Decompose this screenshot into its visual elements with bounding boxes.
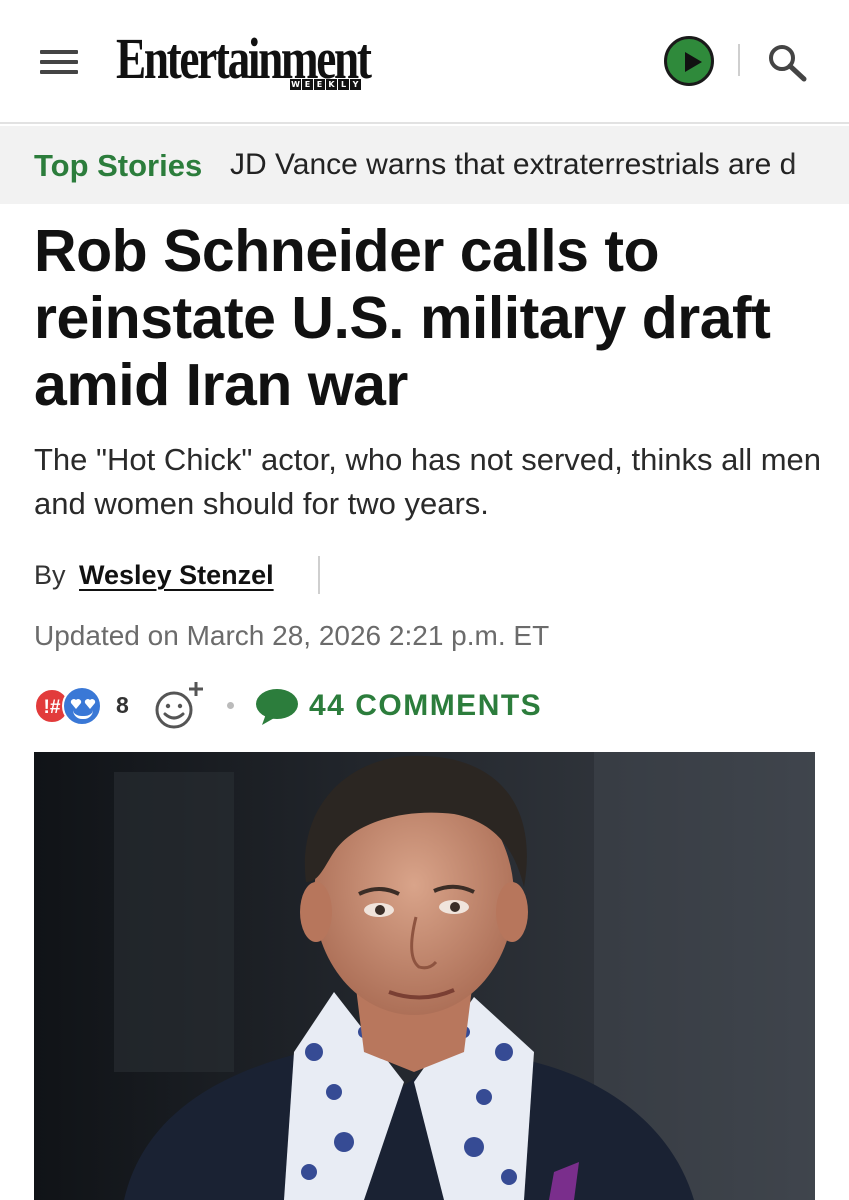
reaction-count: 8	[116, 692, 129, 718]
ticker-fade	[789, 126, 849, 204]
author-link[interactable]: Wesley Stenzel	[79, 560, 274, 590]
reactions-bar: !# 8 44 COMMENTS	[34, 680, 634, 732]
article-headline: Rob Schneider calls to reinstate U.S. mi…	[34, 218, 771, 418]
top-stories-bar: Top Stories JD Vance warns that extrater…	[0, 126, 849, 204]
search-icon[interactable]	[766, 42, 810, 84]
hamburger-menu-icon[interactable]	[40, 50, 78, 74]
article-hero-image[interactable]	[34, 752, 815, 1200]
byline-divider	[318, 556, 320, 594]
logo-weekly: WEEKLY	[290, 79, 361, 90]
comments-count-label: 44 COMMENTS	[309, 689, 543, 722]
dot-separator	[227, 702, 234, 709]
updated-timestamp: Updated on March 28, 2026 2:21 p.m. ET	[34, 620, 550, 651]
site-header: Entertainment WEEKLY	[0, 0, 849, 124]
heart-eyes-emoji-icon[interactable]	[62, 686, 102, 726]
header-divider	[738, 44, 740, 76]
top-story-link[interactable]: JD Vance warns that extraterrestrials ar…	[230, 148, 796, 182]
top-stories-label[interactable]: Top Stories	[34, 148, 202, 184]
byline-prefix: By	[34, 560, 66, 590]
speech-bubble-icon	[256, 689, 298, 725]
play-icon[interactable]	[664, 36, 714, 86]
add-reaction-smiley-icon[interactable]	[152, 680, 212, 732]
article-dek: The "Hot Chick" actor, who has not serve…	[34, 442, 822, 521]
byline: By Wesley Stenzel	[34, 560, 274, 591]
site-logo[interactable]: Entertainment WEEKLY	[116, 26, 372, 92]
